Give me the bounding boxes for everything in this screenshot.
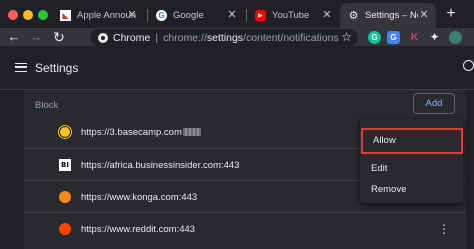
browser-toolbar: ← → ↻ Chrome | chrome://settings/content… — [0, 28, 474, 46]
close-tab-icon[interactable]: ✕ — [321, 9, 333, 21]
back-button[interactable]: ← — [6, 29, 22, 45]
close-tab-icon[interactable]: ✕ — [418, 9, 430, 21]
bookmark-star-icon[interactable]: ☆ — [341, 29, 352, 46]
forward-button[interactable]: → — [28, 29, 44, 45]
google-favicon: G — [156, 10, 167, 21]
add-site-button[interactable]: Add — [413, 93, 455, 114]
youtube-favicon: ▶ — [255, 10, 266, 21]
settings-gear-icon: ⚙ — [348, 10, 359, 22]
section-label-block: Block — [35, 100, 59, 111]
tab-google[interactable]: G Google ✕ — [148, 3, 244, 28]
site-actions-menu: Allow Edit Remove — [360, 119, 463, 203]
url-scheme: chrome:// — [163, 31, 207, 44]
reddit-favicon — [59, 223, 71, 235]
k-extension-icon[interactable]: K — [408, 31, 421, 44]
site-url: https://www.konga.com:443 — [81, 192, 198, 203]
site-row: https://www.reddit.com:443 ⋮ — [24, 212, 466, 244]
profile-avatar[interactable] — [449, 31, 462, 44]
translate-extension-icon[interactable]: G — [387, 31, 400, 44]
grammarly-extension-icon[interactable]: G — [368, 31, 381, 44]
chrome-site-icon — [98, 32, 108, 43]
close-tab-icon[interactable]: ✕ — [226, 9, 238, 21]
window-minimize-button[interactable] — [23, 10, 33, 20]
new-tab-button[interactable]: + — [442, 5, 460, 23]
tab-strip: ◣ Apple Announ ✕ G Google ✕ ▶ YouTube ✕ … — [0, 0, 474, 28]
address-bar[interactable]: Chrome | chrome://settings/content/notif… — [90, 29, 358, 46]
puzzle-extension-icon[interactable]: ✦ — [428, 31, 441, 44]
site-url: https://www.reddit.com:443 — [81, 224, 196, 235]
konga-favicon — [59, 191, 71, 203]
search-icon[interactable] — [463, 60, 474, 71]
menu-item-allow[interactable]: Allow — [361, 128, 463, 154]
tab-youtube[interactable]: ▶ YouTube ✕ — [247, 3, 339, 28]
url-path: /content/notifications — [243, 31, 339, 44]
redacted-text — [182, 128, 201, 136]
tab-settings[interactable]: ⚙ Settings – Not ✕ — [340, 3, 436, 28]
menu-hamburger-icon[interactable] — [15, 63, 27, 72]
basecamp-favicon — [59, 126, 71, 138]
window-close-button[interactable] — [8, 10, 18, 20]
url-separator: | — [155, 31, 159, 44]
tab-apple[interactable]: ◣ Apple Announ ✕ — [52, 3, 144, 28]
settings-header: Settings — [0, 46, 474, 90]
close-tab-icon[interactable]: ✕ — [126, 9, 138, 21]
site-url: https://africa.businessinsider.com:443 — [81, 160, 240, 171]
url-host: settings — [206, 31, 244, 44]
site-url: https://3.basecamp.com — [81, 127, 201, 138]
reload-button[interactable]: ↻ — [51, 29, 67, 45]
page-title: Settings — [35, 61, 79, 75]
chrome-label: Chrome — [113, 31, 151, 44]
window-maximize-button[interactable] — [38, 10, 48, 20]
brand-favicon: ◣ — [60, 10, 71, 21]
businessinsider-favicon: BI — [59, 159, 71, 171]
more-actions-button[interactable]: ⋮ — [436, 221, 452, 237]
menu-item-remove[interactable]: Remove — [360, 180, 463, 200]
menu-item-edit[interactable]: Edit — [360, 159, 463, 179]
